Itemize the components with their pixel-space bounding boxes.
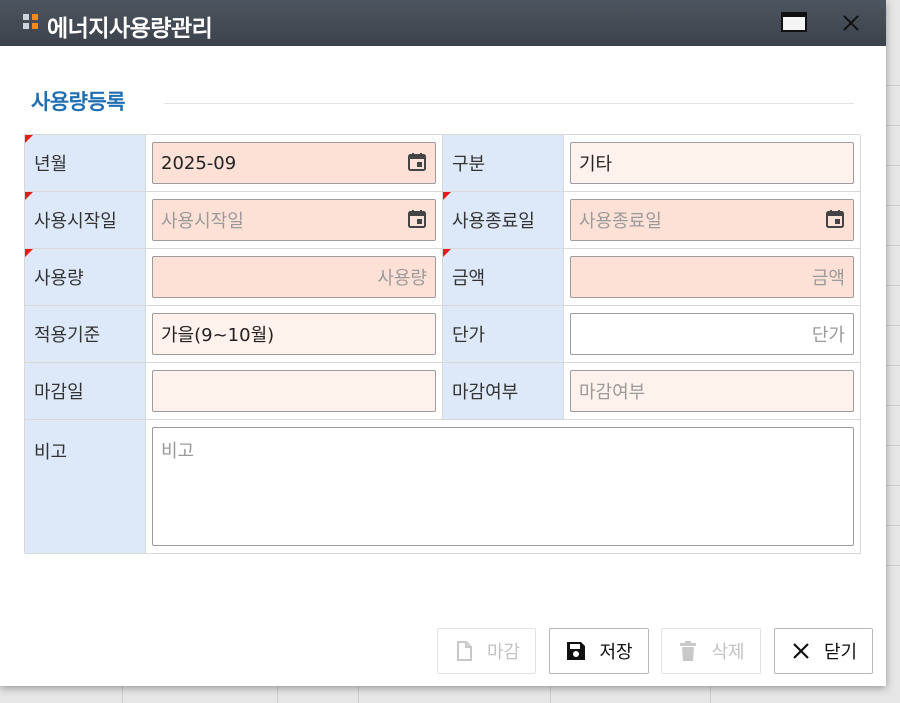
amount-input[interactable]: 금액 (570, 256, 854, 298)
label-closed-flag: 마감여부 (443, 363, 564, 420)
unit-price-placeholder: 단가 (811, 325, 845, 346)
close-icon (793, 643, 809, 659)
label-standard: 적용기준 (25, 306, 146, 363)
energy-usage-dialog: 에너지사용량관리 사용량등록 년월 2025-09 구분 기타 사용시작일 사용… (0, 0, 886, 686)
cell-remarks: 비고 (146, 420, 861, 554)
maximize-button[interactable] (779, 9, 809, 37)
close-month-label: 마감 (486, 642, 521, 663)
unit-price-input[interactable]: 단가 (570, 313, 854, 355)
delete-label: 삭제 (711, 642, 745, 663)
save-label: 저장 (599, 642, 633, 663)
end-date-input[interactable]: 사용종료일 (570, 199, 854, 241)
start-date-placeholder: 사용시작일 (161, 211, 244, 232)
category-input[interactable]: 기타 (570, 142, 854, 184)
start-date-input[interactable]: 사용시작일 (152, 199, 436, 241)
end-date-placeholder: 사용종료일 (579, 211, 662, 232)
title-bar[interactable]: 에너지사용량관리 (0, 0, 886, 46)
label-usage: 사용량 (25, 249, 146, 306)
category-value: 기타 (579, 154, 613, 175)
delete-button[interactable]: 삭제 (661, 628, 761, 674)
closed-flag-input[interactable]: 마감여부 (570, 370, 854, 412)
cell-standard: 가을(9~10월) (146, 306, 443, 363)
section-title: 사용량등록 (31, 90, 126, 114)
cell-closed-flag: 마감여부 (564, 363, 861, 420)
label-unit-price: 단가 (443, 306, 564, 363)
close-button[interactable]: 닫기 (774, 628, 873, 674)
cell-usage: 사용량 (146, 249, 443, 306)
cell-unit-price: 단가 (564, 306, 861, 363)
cell-end-date: 사용종료일 (564, 192, 861, 249)
label-category: 구분 (443, 135, 564, 192)
save-button[interactable]: 저장 (549, 628, 649, 674)
label-end-date: 사용종료일 (443, 192, 564, 249)
remarks-placeholder: 비고 (161, 441, 195, 462)
usage-form: 년월 2025-09 구분 기타 사용시작일 사용시작일 사용종료일 사용종료일 (24, 134, 861, 554)
cell-start-date: 사용시작일 (146, 192, 443, 249)
document-icon (456, 641, 472, 661)
label-remarks: 비고 (25, 420, 146, 554)
calendar-icon[interactable] (407, 209, 427, 229)
cell-year-month: 2025-09 (146, 135, 443, 192)
standard-input[interactable]: 가을(9~10월) (152, 313, 436, 355)
section-divider (164, 103, 854, 104)
year-month-input[interactable]: 2025-09 (152, 142, 436, 184)
standard-value: 가을(9~10월) (161, 325, 275, 346)
remarks-textarea[interactable]: 비고 (152, 427, 854, 546)
label-amount: 금액 (443, 249, 564, 306)
usage-placeholder: 사용량 (377, 268, 427, 289)
label-closing-date: 마감일 (25, 363, 146, 420)
closed-flag-placeholder: 마감여부 (579, 382, 646, 403)
closing-date-input[interactable] (152, 370, 436, 412)
amount-placeholder: 금액 (811, 268, 845, 289)
cell-amount: 금액 (564, 249, 861, 306)
calendar-icon[interactable] (825, 209, 845, 229)
close-label: 닫기 (823, 642, 858, 663)
grip-icon (23, 14, 39, 30)
maximize-icon (781, 12, 807, 32)
calendar-icon[interactable] (407, 152, 427, 172)
trash-icon (680, 641, 697, 661)
usage-input[interactable]: 사용량 (152, 256, 436, 298)
cell-category: 기타 (564, 135, 861, 192)
close-month-button[interactable]: 마감 (437, 628, 536, 674)
label-year-month: 년월 (25, 135, 146, 192)
save-icon (567, 642, 586, 660)
year-month-value: 2025-09 (161, 152, 237, 174)
cell-closing-date (146, 363, 443, 420)
window-close-button[interactable] (836, 9, 866, 37)
window-title: 에너지사용량관리 (47, 16, 213, 42)
label-start-date: 사용시작일 (25, 192, 146, 249)
